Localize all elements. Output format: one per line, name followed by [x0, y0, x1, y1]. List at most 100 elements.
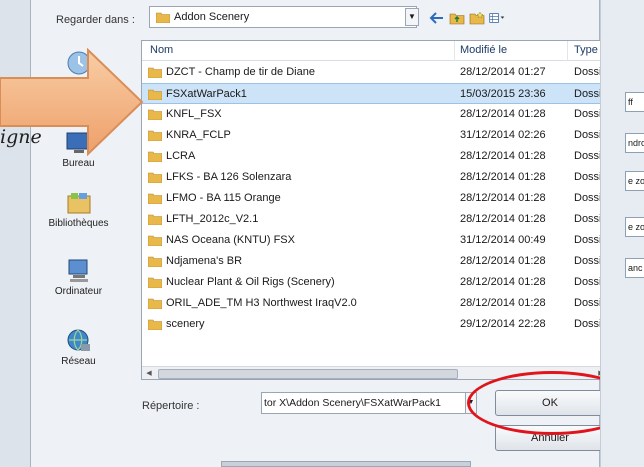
column-header-type[interactable]: Type: [574, 44, 598, 56]
desktop-icon: [66, 132, 91, 153]
folder-icon: [147, 234, 163, 249]
file-row[interactable]: LFTH_2012c_V2.128/12/2014 01:28Dossier d…: [142, 209, 610, 230]
column-header-name[interactable]: Nom: [150, 44, 173, 56]
folder-icon: [147, 318, 163, 333]
file-name: LFKS - BA 126 Solenzara: [166, 171, 292, 183]
file-modified: 28/12/2014 01:28: [460, 276, 546, 288]
column-header-modified[interactable]: Modifié le: [460, 44, 507, 56]
new-folder-icon[interactable]: [469, 10, 485, 26]
folder-icon: [147, 255, 163, 270]
network-icon: [67, 329, 90, 351]
file-name: ORIL_ADE_TM H3 Northwest IraqV2.0: [166, 297, 357, 309]
file-modified: 28/12/2014 01:28: [460, 213, 546, 225]
place-label: Bureau: [62, 158, 95, 169]
file-row[interactable]: KNRA_FCLP31/12/2014 02:26Dossier de fich…: [142, 125, 610, 146]
place-network[interactable]: Réseau: [31, 328, 126, 367]
view-menu-icon[interactable]: [489, 10, 505, 26]
horizontal-scroll-thumb[interactable]: [158, 369, 458, 379]
file-name: KNFL_FSX: [166, 108, 222, 120]
libraries-icon: [67, 193, 90, 214]
background-field: anc: [625, 258, 644, 278]
file-name: LCRA: [166, 150, 196, 162]
look-in-dropdown[interactable]: Addon Scenery: [149, 6, 417, 28]
folder-icon: [147, 276, 163, 291]
file-row[interactable]: LFMO - BA 115 Orange 28/12/2014 01:28 Doss…: [142, 188, 610, 209]
background-window-edge: ff ndro e zo e zo anc: [600, 0, 644, 467]
file-row[interactable]: ORIL_ADE_TM H3 Northwest IraqV2.0 28/12/2…: [142, 293, 610, 314]
file-modified: 28/12/2014 01:28: [460, 255, 546, 267]
file-open-dialog: Regarder dans : Addon Scenery ▼ Bureau B…: [30, 0, 637, 467]
file-row[interactable]: scenery29/12/2014 22:28Dossier de fichie…: [142, 314, 610, 335]
file-row[interactable]: FSXatWarPack115/03/2015 23:36Dossier de …: [142, 83, 610, 104]
file-modified: 28/12/2014 01:27: [460, 66, 546, 78]
chevron-down-icon[interactable]: ▼: [465, 392, 477, 414]
background-field: ndro: [625, 133, 644, 153]
file-list[interactable]: Nom Modifié le Type DZCT - Champ de tir …: [141, 40, 621, 380]
bottom-edge: [221, 461, 471, 467]
background-field: ff: [625, 92, 644, 112]
place-computer[interactable]: Ordinateur: [31, 258, 126, 297]
file-name: DZCT - Champ de tir de Diane: [166, 66, 315, 78]
file-modified: 31/12/2014 02:26: [460, 129, 546, 141]
file-name: LFTH_2012c_V2.1: [166, 213, 259, 225]
column-divider[interactable]: [567, 41, 568, 61]
file-list-header: Nom Modifié le Type: [142, 41, 620, 61]
file-row[interactable]: Ndjamena's BR28/12/2014 01:28Dossier de …: [142, 251, 610, 272]
folder-icon: [147, 66, 163, 81]
folder-icon: [147, 171, 163, 186]
background-field: e zo: [625, 217, 644, 237]
file-name: scenery: [166, 318, 205, 330]
place-desktop[interactable]: Bureau: [31, 130, 126, 169]
place-label: Bibliothèques: [48, 218, 109, 229]
directory-label: Répertoire :: [142, 400, 200, 412]
folder-icon: [147, 129, 163, 144]
folder-icon: [155, 11, 171, 26]
file-row[interactable]: NAS Oceana (KNTU) FSX 31/12/2014 00:49 Dos…: [142, 230, 610, 251]
cancel-button[interactable]: Annuler: [495, 425, 605, 451]
file-name: Nuclear Plant & Oil Rigs (Scenery): [166, 276, 335, 288]
file-name: Ndjamena's BR: [166, 255, 243, 267]
file-modified: 28/12/2014 01:28: [460, 192, 546, 204]
file-row[interactable]: KNFL_FSX28/12/2014 01:28Dossier de fichi…: [142, 104, 610, 125]
scroll-left-icon[interactable]: ◀: [142, 367, 156, 379]
file-modified: 28/12/2014 01:28: [460, 171, 546, 183]
back-arrow-icon[interactable]: [429, 10, 445, 26]
place-label: Réseau: [61, 356, 96, 367]
folder-icon: [147, 88, 163, 103]
look-in-value: Addon Scenery: [174, 11, 250, 23]
dialog-toolbar: [429, 8, 505, 28]
computer-icon: [68, 259, 88, 282]
directory-field[interactable]: tor X\Addon Scenery\FSXatWarPack1: [261, 392, 466, 414]
chevron-down-icon[interactable]: ▼: [405, 8, 419, 26]
folder-icon: [147, 213, 163, 228]
file-name: FSXatWarPack1: [166, 88, 247, 100]
place-label: Ordinateur: [54, 286, 103, 297]
file-modified: 28/12/2014 01:28: [460, 297, 546, 309]
look-in-label: Regarder dans :: [56, 14, 135, 26]
recent-places-icon: [67, 51, 90, 75]
column-divider[interactable]: [454, 41, 455, 61]
folder-icon: [147, 297, 163, 312]
file-row[interactable]: LCRA28/12/2014 01:28Dossier de fichiers: [142, 146, 610, 167]
file-modified: 28/12/2014 01:28: [460, 108, 546, 120]
folder-icon: [147, 150, 163, 165]
up-folder-icon[interactable]: [449, 10, 465, 26]
file-name: KNRA_FCLP: [166, 129, 231, 141]
file-modified: 28/12/2014 01:28: [460, 150, 546, 162]
file-modified: 31/12/2014 00:49: [460, 234, 546, 246]
ok-button[interactable]: OK: [495, 390, 605, 416]
place-recent[interactable]: [31, 50, 126, 76]
file-name: LFMO - BA 115 Orange: [166, 192, 281, 204]
file-name: NAS Oceana (KNTU) FSX: [166, 234, 295, 246]
horizontal-scrollbar[interactable]: ◀ ▶: [142, 366, 608, 379]
folder-icon: [147, 192, 163, 207]
file-modified: 15/03/2015 23:36: [460, 88, 546, 100]
places-bar: Bureau Bibliothèques Ordinateur Réseau: [31, 40, 131, 430]
background-field: e zo: [625, 171, 644, 191]
file-row[interactable]: DZCT - Champ de tir de Diane 28/12/2014 0…: [142, 62, 610, 83]
file-modified: 29/12/2014 22:28: [460, 318, 546, 330]
place-libraries[interactable]: Bibliothèques: [31, 190, 126, 229]
file-row[interactable]: Nuclear Plant & Oil Rigs (Scenery) 28/12/…: [142, 272, 610, 293]
folder-icon: [147, 108, 163, 123]
file-row[interactable]: LFKS - BA 126 Solenzara 28/12/2014 01:28 D…: [142, 167, 610, 188]
